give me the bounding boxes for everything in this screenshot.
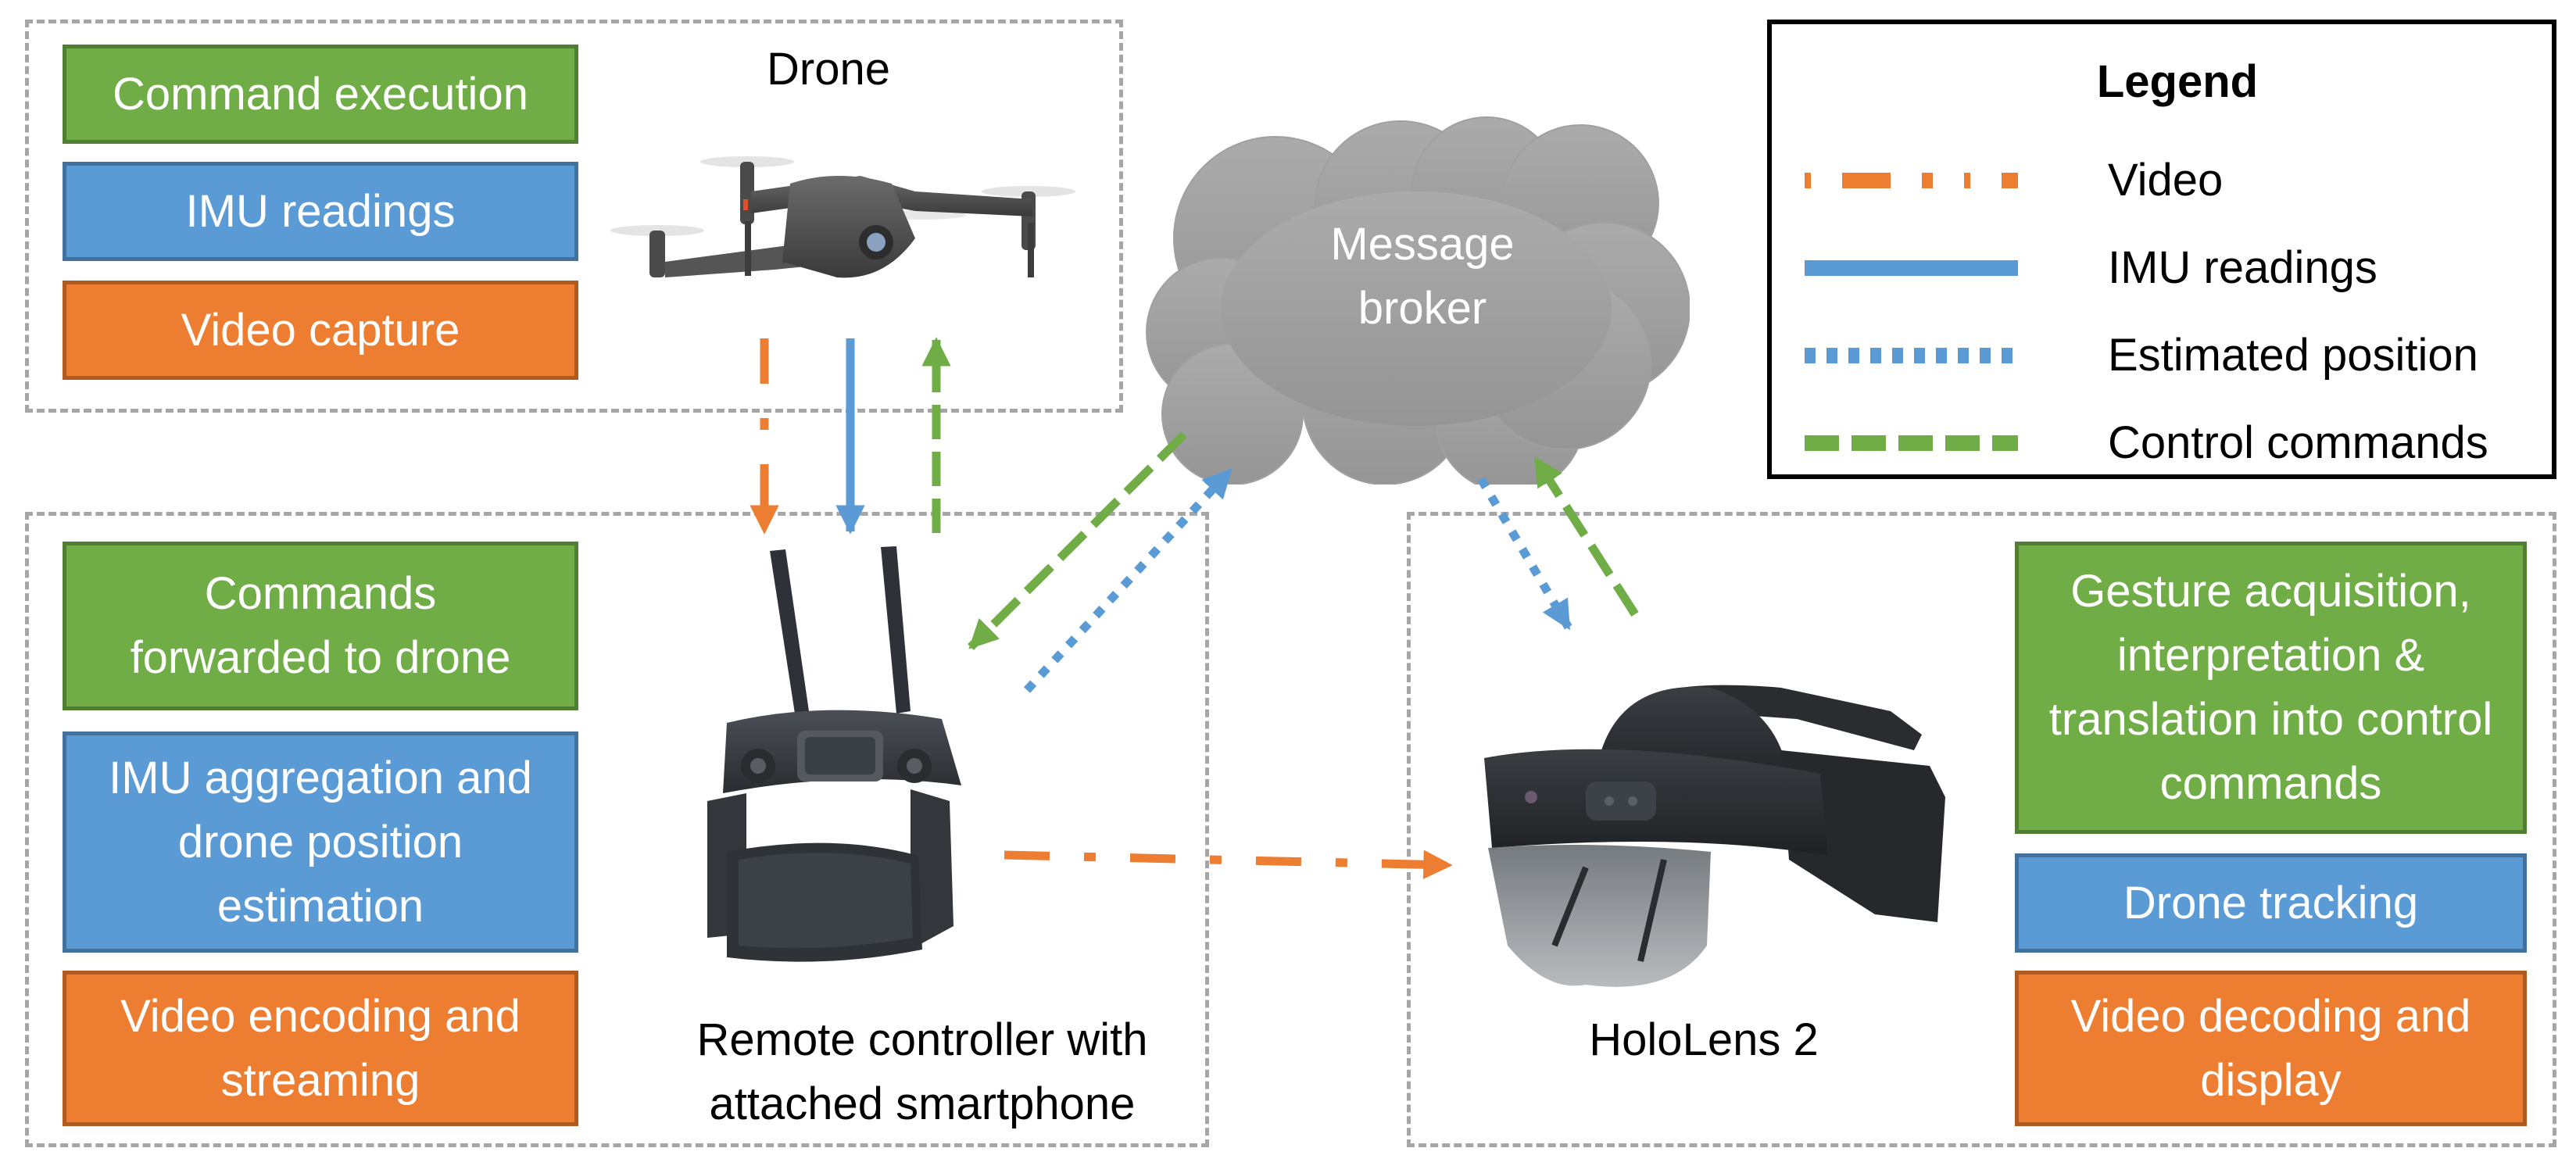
arrow-broker-to-controller-commands: [968, 431, 1187, 650]
arrow-controller-to-hololens-video: [1004, 849, 1453, 879]
arrow-controller-to-broker-position: [1023, 467, 1234, 693]
arrow-broker-to-hololens-position: [1477, 477, 1572, 631]
connection-arrows: [750, 337, 1639, 879]
arrow-hololens-to-broker-commands: [1532, 456, 1639, 617]
